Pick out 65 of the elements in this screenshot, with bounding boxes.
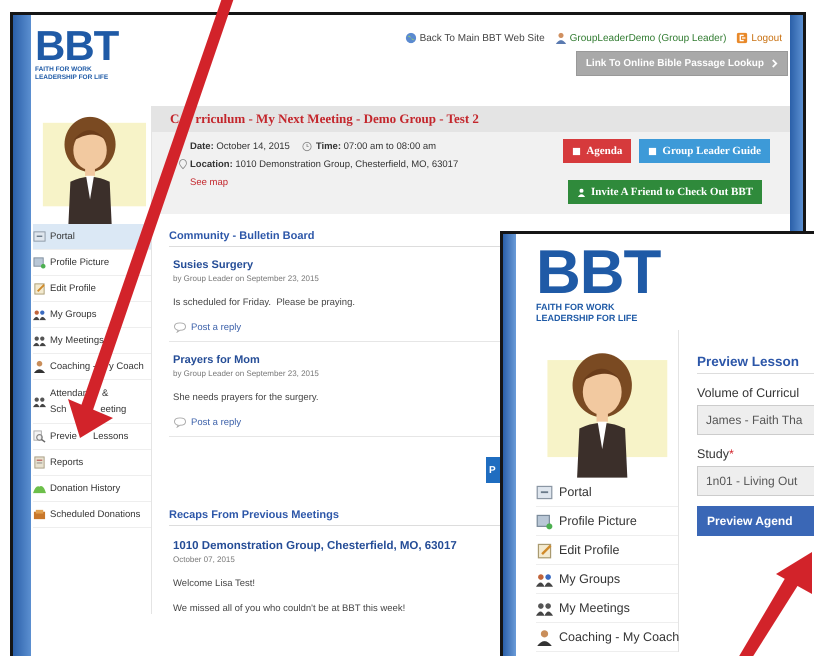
recap-title: 1010 Demonstration Group, Chesterfield, MO, 63017 [172,539,458,552]
sidebar-item[interactable]: Coaching - My Coach [536,623,678,652]
sidebar-item[interactable]: Profile Picture [536,507,678,536]
site-link[interactable]: Back To Main BBT Web Site [404,32,545,44]
meeting-location: Location: 1010 Demonstration Group, Chesterfield, MO, 63017 [190,159,458,170]
post-button[interactable]: P [486,457,500,483]
clock-icon [302,141,312,152]
window-icon [33,230,46,243]
meeting-time: Time: 07:00 am to 08:00 am [316,141,436,152]
post-title: Susies Surgery [173,259,254,271]
section-heading: Community - Bulletin Board [169,230,500,247]
window-icon [536,484,553,500]
select-field[interactable]: 1n01 - Living Out [697,466,814,496]
account-link[interactable]: GroupLeaderDemo (Group Leader) [554,32,726,44]
magnifier-icon [33,430,46,443]
sidebar-item[interactable]: Reports [33,450,151,476]
speech-bubble-icon [173,322,187,333]
sidebar-item[interactable]: Portal [33,224,151,250]
sidebar-item[interactable]: Portal [536,478,678,507]
box-icon [33,508,46,521]
person-icon [536,628,553,646]
recap-text: Welcome Lisa Test! [172,577,256,589]
sidebar-item[interactable]: Edit Profile [536,536,678,565]
document-icon [33,456,46,469]
recap-text: We missed all of you who couldn't be at BBT this week! [172,602,406,614]
reply-link[interactable]: Post a reply [173,322,242,333]
bbt-logo: BBT FAITH FOR WORK LEADERSHIP FOR LIFE [536,244,662,324]
field-label: Volume of Curricul [697,386,800,400]
section-heading: Recaps From Previous Meetings [169,509,500,526]
sidebar-item[interactable]: Donation History [33,476,151,502]
post-byline: by Group Leader on September 23, 2015 [173,368,320,378]
reply-link[interactable]: Post a reply [173,417,242,428]
people-icon [33,334,46,347]
post-byline: by Group Leader on September 23, 2015 [173,273,320,283]
picture-icon [536,512,553,530]
logout-link[interactable]: Logout [736,32,782,44]
people-icon [33,308,46,321]
post-title: Prayers for Mom [173,354,261,366]
post-body: She needs prayers for the surgery. [173,391,320,403]
person-icon [33,360,46,373]
preview-agenda-button[interactable]: Preview Agend [697,506,814,536]
recap-date: October 07, 2015 [172,554,236,564]
agenda-button[interactable]: Agenda [563,139,632,163]
field-label: Study* [697,447,734,461]
sidebar-item[interactable]: Scheduled Donations [33,502,151,528]
map-pin-icon [178,159,188,170]
meeting-title: C rriculum - My Next Meeting - Demo Group - Test 2 [152,106,790,132]
logout-icon [736,32,748,44]
invite-button[interactable]: Invite A Friend to Check Out BBT [568,180,762,204]
sidebar-item[interactable]: My Groups [536,565,678,594]
sidebar-item[interactable]: My Meetings [536,594,678,623]
speech-bubble-icon [173,417,187,428]
see-map-link[interactable]: See map [190,177,228,188]
post-body: Is scheduled for Friday. Please be praying. [173,296,356,308]
globe-icon [404,32,417,44]
people-icon [33,395,46,408]
select-field[interactable]: James - Faith Tha [697,405,814,435]
chevron-icon [771,59,778,68]
picture-icon [33,256,46,269]
person-icon [554,32,567,44]
page-heading: Preview Lesson [697,354,814,374]
person-icon [577,188,586,196]
notepad-icon [536,542,553,558]
notepad-icon [33,282,46,295]
meeting-date: Date: October 14, 2015 [190,141,290,152]
